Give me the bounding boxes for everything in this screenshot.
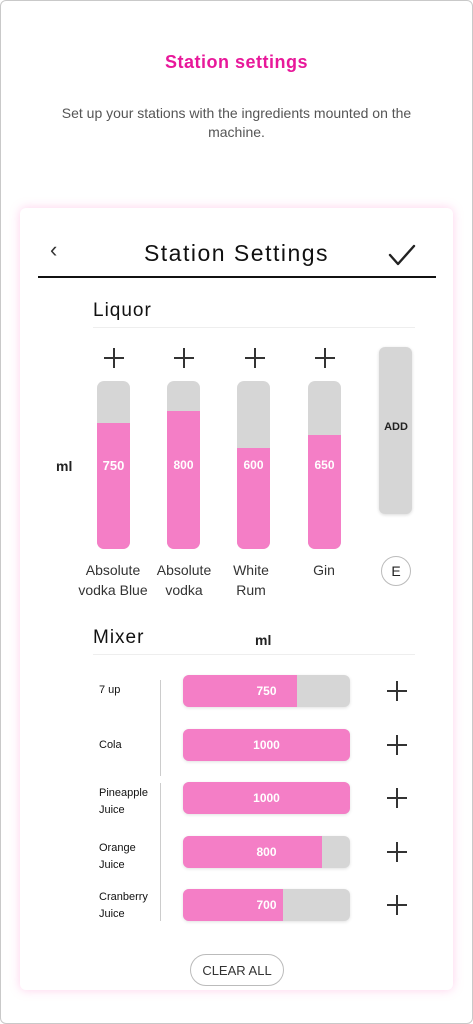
liquor-name-line: Gin: [313, 562, 335, 578]
mixer-add-plus-icon[interactable]: [386, 734, 408, 756]
liquor-name: Absolute vodka Blue: [73, 560, 153, 600]
liquor-add-plus-icon[interactable]: [314, 347, 336, 369]
mixer-name-line: Orange: [99, 842, 136, 854]
liquor-level-fill: [167, 411, 200, 549]
mixer-level-value: 1000: [253, 791, 280, 805]
mixer-name-line: 7 up: [99, 684, 121, 696]
liquor-add-plus-icon[interactable]: [103, 347, 125, 369]
mixer-name-line: Juice: [99, 859, 125, 871]
liquor-level-value: 800: [173, 458, 194, 472]
liquor-unit-label: ml: [56, 458, 73, 474]
mixer-name: Orange Juice: [99, 840, 159, 874]
add-station-label: ADD: [384, 421, 408, 433]
mixer-section-divider: [93, 654, 415, 655]
liquor-level-fill: [97, 423, 130, 549]
liquor-add-plus-icon[interactable]: [244, 347, 266, 369]
liquor-section-divider: [93, 327, 415, 328]
liquor-section-title: Liquor: [93, 300, 152, 321]
mixer-level-value: 700: [256, 898, 277, 912]
mixer-name-line: Juice: [99, 908, 125, 920]
liquor-level-value: 600: [243, 458, 264, 472]
mixer-name-line: Cranberry: [99, 891, 148, 903]
mixer-add-plus-icon[interactable]: [386, 841, 408, 863]
page-title: Station settings: [164, 52, 308, 72]
liquor-name-line: Rum: [236, 582, 266, 598]
mixer-add-plus-icon[interactable]: [386, 680, 408, 702]
mixer-section-title: Mixer: [93, 627, 145, 648]
header-divider: [38, 276, 436, 278]
liquor-name: White Rum: [211, 560, 291, 600]
mixer-add-plus-icon[interactable]: [386, 787, 408, 809]
mixer-name: Pineapple Juice: [99, 785, 159, 819]
mixer-name-line: Cola: [99, 739, 122, 751]
liquor-name: Gin: [284, 560, 364, 580]
mixer-unit-label: ml: [255, 632, 272, 648]
liquor-level-fill: [308, 434, 341, 549]
mixer-add-plus-icon[interactable]: [386, 894, 408, 916]
mixer-name: Cola: [99, 737, 159, 754]
mixer-level-value: 750: [256, 684, 277, 698]
mixer-divider: [160, 680, 161, 776]
edit-e-button[interactable]: E: [381, 556, 411, 586]
liquor-add-plus-icon[interactable]: [173, 347, 195, 369]
check-icon[interactable]: [388, 242, 416, 268]
mixer-level-value: 1000: [253, 738, 280, 752]
clear-all-button[interactable]: CLEAR ALL: [190, 954, 284, 986]
liquor-level-value: 750: [102, 458, 125, 473]
mixer-name-line: Juice: [99, 804, 125, 816]
mixer-divider: [160, 783, 161, 921]
liquor-name-line: vodka Blue: [78, 582, 148, 598]
mixer-name-line: Pineapple: [99, 787, 148, 799]
mixer-level-value: 800: [256, 845, 277, 859]
liquor-level-value: 650: [314, 458, 335, 472]
mixer-name: 7 up: [99, 682, 159, 699]
page-subtitle: Set up your stations with the ingredient…: [61, 105, 412, 140]
liquor-name-line: White: [233, 562, 269, 578]
liquor-name-line: Absolute: [85, 562, 141, 578]
mixer-name: Cranberry Juice: [99, 889, 159, 923]
